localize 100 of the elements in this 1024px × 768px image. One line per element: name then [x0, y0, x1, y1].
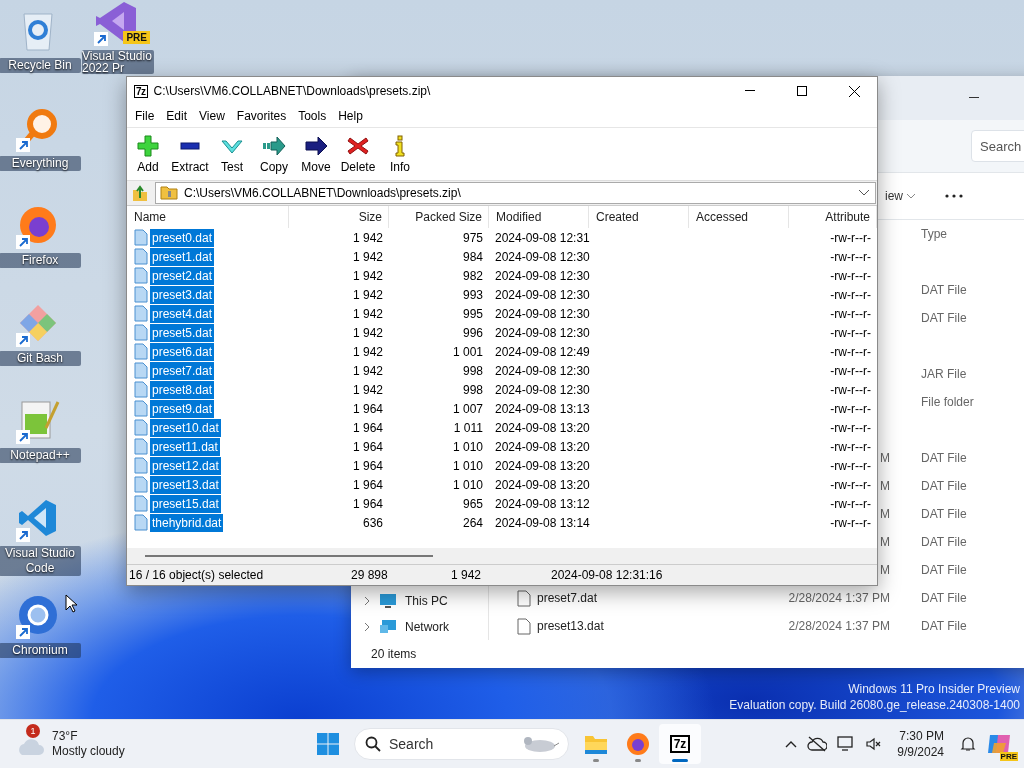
status-text: 16 / 16 object(s) selected: [128, 568, 265, 582]
file-type: DAT File: [921, 507, 967, 521]
column-header[interactable]: Packed Size: [389, 206, 489, 228]
toolbar-button[interactable]: Move: [295, 130, 337, 178]
date-modified: 2024-09-08 13:20: [494, 420, 589, 435]
file-size: 1 964: [351, 439, 384, 454]
file-attributes: -rw-r--r-: [829, 420, 872, 435]
file-name[interactable]: preset10.dat: [150, 418, 221, 437]
file-icon: [134, 343, 148, 360]
file-icon: [134, 400, 148, 417]
archive-folder-icon: [160, 186, 178, 200]
file-size: 1 964: [351, 420, 384, 435]
file-icon: [134, 305, 148, 322]
toolbar-button[interactable]: Add: [127, 130, 169, 178]
file-name[interactable]: preset7.dat: [150, 361, 215, 380]
packed-size: 982: [461, 268, 484, 283]
file-name[interactable]: preset12.dat: [150, 456, 221, 475]
desktop-icon-label[interactable]: Visual Studio Code: [0, 545, 81, 576]
file-attributes: -rw-r--r-: [829, 458, 872, 473]
packed-size: 998: [461, 363, 484, 378]
menu-item[interactable]: Favorites: [230, 107, 293, 125]
mouse-cursor-icon: [65, 594, 77, 613]
date-modified: 2024-09-08 13:20: [494, 458, 589, 473]
date-modified: M: [880, 563, 890, 577]
arrow-right-icon: [304, 134, 328, 157]
nav-item[interactable]: Network: [351, 616, 488, 638]
toolbar-button[interactable]: Test: [211, 130, 253, 178]
desktop-icon-label[interactable]: Notepad++: [0, 448, 81, 463]
file-name[interactable]: preset6.dat: [150, 342, 215, 361]
desktop-icon-label[interactable]: Visual Studio 2022 Pr: [82, 50, 154, 74]
speaker-muted-icon[interactable]: [865, 736, 882, 752]
taskbar-app-button[interactable]: 7z: [659, 724, 701, 764]
date-modified: 2024-09-08 12:49: [494, 344, 589, 359]
column-header[interactable]: Accessed: [689, 206, 789, 228]
file-name[interactable]: thehybrid.dat: [150, 513, 224, 532]
toolbar-button[interactable]: Extract: [169, 130, 211, 178]
nav-item[interactable]: This PC: [351, 590, 488, 612]
menu-item[interactable]: View: [193, 107, 231, 125]
monitor-icon[interactable]: [837, 736, 856, 752]
file-type: DAT File: [921, 591, 967, 605]
more-icon: [945, 194, 963, 198]
menu-item[interactable]: Edit: [160, 107, 194, 125]
clock[interactable]: 7:30 PM 9/9/2024: [891, 728, 950, 760]
file-name[interactable]: preset1.dat: [150, 247, 215, 266]
notification-bell-icon[interactable]: [960, 736, 976, 752]
file-name[interactable]: preset5.dat: [150, 323, 215, 342]
column-header[interactable]: Name: [127, 206, 289, 228]
menu-item[interactable]: Help: [332, 107, 369, 125]
minimize-icon: [969, 97, 979, 99]
file-name[interactable]: preset13.dat: [150, 475, 221, 494]
file-attributes: -rw-r--r-: [829, 363, 872, 378]
view-button[interactable]: iew: [881, 187, 919, 205]
horizontal-scrollbar[interactable]: [127, 548, 877, 564]
toolbar-button[interactable]: Delete: [337, 130, 379, 178]
date-modified: M: [880, 535, 890, 549]
file-name[interactable]: preset2.dat: [150, 266, 215, 285]
file-size: 1 964: [351, 496, 384, 511]
up-folder-icon[interactable]: [131, 184, 149, 202]
file-name[interactable]: preset3.dat: [150, 285, 215, 304]
column-header[interactable]: Created: [589, 206, 689, 228]
file-type: File folder: [921, 395, 974, 409]
date-modified: 2024-09-08 12:30: [494, 325, 589, 340]
file-name[interactable]: preset0.dat: [150, 228, 215, 247]
search-field[interactable]: Search: [971, 130, 1024, 162]
file-name[interactable]: preset8.dat: [150, 380, 215, 399]
file-size: 1 964: [351, 477, 384, 492]
file-type: JAR File: [921, 367, 967, 381]
packed-size: 965: [461, 496, 484, 511]
file-icon: [134, 457, 148, 474]
chevron-up-icon[interactable]: [785, 740, 798, 748]
search-field[interactable]: Search: [354, 728, 569, 760]
menu-item[interactable]: File: [129, 107, 161, 125]
column-header[interactable]: Modified: [489, 206, 589, 228]
file-attributes: -rw-r--r-: [829, 344, 872, 359]
toolbar-button[interactable]: Copy: [253, 130, 295, 178]
file-size: 1 942: [351, 230, 384, 245]
desktop-icon-label[interactable]: Chromium: [0, 643, 81, 658]
desktop-icon-label[interactable]: Recycle Bin: [0, 58, 81, 73]
file-attributes: -rw-r--r-: [829, 249, 872, 264]
address-field[interactable]: C:\Users\VM6.COLLABNET\Downloads\presets.zip\: [155, 182, 876, 204]
file-name[interactable]: preset4.dat: [150, 304, 215, 323]
windows-logo-icon: [317, 733, 339, 755]
file-type: DAT File: [921, 451, 967, 465]
desktop-icon-label[interactable]: Git Bash: [0, 350, 81, 366]
file-name[interactable]: preset11.dat: [150, 437, 220, 456]
column-header[interactable]: Type: [921, 227, 947, 241]
column-header[interactable]: Attribute: [789, 206, 877, 228]
file-name[interactable]: preset7.dat: [537, 591, 598, 605]
file-type: DAT File: [921, 563, 967, 577]
file-name[interactable]: preset13.dat: [537, 619, 604, 633]
file-name[interactable]: preset15.dat: [150, 494, 221, 513]
menu-item[interactable]: Tools: [292, 107, 333, 125]
desktop-icon-label[interactable]: Everything: [0, 155, 81, 171]
file-icon: [134, 229, 148, 246]
toolbar-button[interactable]: Info: [379, 130, 421, 178]
file-name[interactable]: preset9.dat: [150, 399, 215, 418]
column-header[interactable]: Size: [289, 206, 389, 228]
desktop-icon-label[interactable]: Firefox: [0, 253, 81, 268]
plus-icon: [136, 134, 160, 157]
cloud-off-icon[interactable]: [807, 736, 828, 752]
